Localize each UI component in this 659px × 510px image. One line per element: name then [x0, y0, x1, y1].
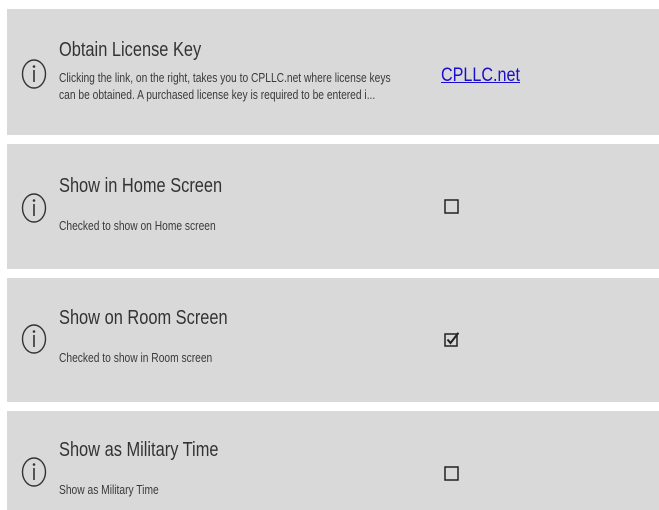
setting-description: Checked to show on Home screen	[59, 219, 216, 233]
cpllc-link[interactable]: CPLLC.net	[441, 65, 520, 87]
info-icon[interactable]	[21, 456, 49, 488]
checkbox-unchecked-icon	[444, 466, 459, 481]
setting-row-show-in-home-screen: Show in Home Screen Checked to show on H…	[7, 144, 659, 269]
setting-row-show-as-military-time: Show as Military Time Show as Military T…	[7, 411, 659, 510]
info-icon[interactable]	[21, 192, 49, 224]
show-as-military-time-checkbox[interactable]	[444, 466, 459, 481]
setting-description: Show as Military Time	[59, 483, 159, 497]
checkbox-checked-icon	[444, 332, 459, 347]
setting-description-continued: can be obtained. A purchased license key…	[59, 88, 376, 102]
setting-title: Obtain License Key	[59, 39, 202, 61]
settings-page: Obtain License Key Clicking the link, on…	[0, 0, 659, 510]
setting-title: Show on Room Screen	[59, 307, 228, 329]
setting-row-obtain-license-key: Obtain License Key Clicking the link, on…	[7, 9, 659, 135]
checkbox-unchecked-icon	[444, 199, 459, 214]
show-in-home-screen-checkbox[interactable]	[444, 199, 459, 214]
show-on-room-screen-checkbox[interactable]	[444, 332, 459, 347]
setting-title: Show as Military Time	[59, 439, 219, 461]
info-icon[interactable]	[21, 58, 49, 90]
setting-title: Show in Home Screen	[59, 175, 223, 197]
info-icon[interactable]	[21, 323, 49, 355]
setting-description: Checked to show in Room screen	[59, 351, 213, 365]
setting-description: Clicking the link, on the right, takes y…	[59, 71, 391, 85]
setting-row-show-on-room-screen: Show on Room Screen Checked to show in R…	[7, 278, 659, 402]
